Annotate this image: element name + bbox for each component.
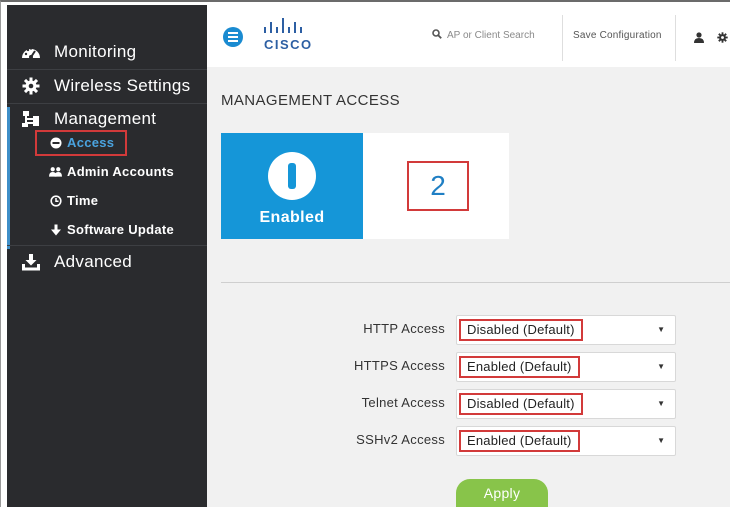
https-access-label: HTTPS Access (353, 358, 445, 373)
menu-line (228, 40, 238, 42)
sshv2-access-label: SSHv2 Access (356, 432, 445, 447)
sidebar-subitem-label: Software Update (67, 222, 175, 237)
sidebar-item-monitoring[interactable]: Monitoring (7, 41, 207, 63)
status-tile-enabled[interactable]: Enabled (221, 133, 363, 239)
sidebar-item-label: Wireless Settings (54, 76, 191, 95)
users-icon (49, 165, 62, 178)
gear-icon[interactable] (717, 30, 728, 48)
clock-icon (49, 194, 62, 207)
sidebar-subitem-label: Admin Accounts (67, 164, 175, 179)
menu-line (228, 36, 238, 38)
search-input[interactable]: AP or Client Search (432, 29, 535, 42)
save-configuration-button[interactable]: Save Configuration (573, 30, 662, 41)
form-row-telnet: Telnet Access Disabled (Default) ▼ (207, 389, 730, 419)
sidebar-item-advanced[interactable]: Advanced (7, 251, 207, 273)
sidebar-item-label: Advanced (54, 252, 133, 271)
tile-placeholder: 2 (363, 133, 509, 239)
download-icon (20, 251, 42, 273)
sidebar-item-management[interactable]: Management (7, 108, 207, 130)
menu-toggle-button[interactable] (223, 27, 243, 47)
sidebar-subitem-label: Time (67, 193, 99, 208)
form-row-https: HTTPS Access Enabled (Default) ▼ (207, 352, 730, 382)
caret-down-icon: ▼ (657, 399, 665, 408)
apply-button[interactable]: Apply (456, 479, 548, 507)
sidebar-subitem-admin-accounts[interactable]: Admin Accounts (49, 164, 174, 179)
highlight-box (35, 130, 127, 156)
select-value: Disabled (Default) (459, 393, 583, 415)
divider (7, 69, 207, 70)
caret-down-icon: ▼ (657, 325, 665, 334)
power-icon (268, 152, 316, 200)
divider (221, 282, 730, 283)
divider (675, 15, 676, 61)
arrow-down-icon (49, 223, 62, 236)
callout-number: 2 (407, 161, 469, 211)
logo-text: CISCO (264, 37, 313, 52)
select-value: Enabled (Default) (459, 430, 580, 452)
http-access-select[interactable]: Disabled (Default) ▼ (456, 315, 676, 345)
main-content: MANAGEMENT ACCESS Enabled 2 HTTP Access … (207, 67, 730, 507)
page-title: MANAGEMENT ACCESS (221, 92, 401, 109)
caret-down-icon: ▼ (657, 362, 665, 371)
menu-line (228, 32, 238, 34)
divider (562, 15, 563, 61)
sidebar-subitem-software-update[interactable]: Software Update (49, 222, 174, 237)
sidebar-subitem-time[interactable]: Time (49, 193, 98, 208)
divider (7, 103, 207, 104)
user-icon[interactable] (694, 30, 704, 48)
form-row-sshv2: SSHv2 Access Enabled (Default) ▼ (207, 426, 730, 456)
cisco-logo: CISCO (261, 17, 317, 57)
divider (7, 245, 207, 246)
sidebar-item-wireless-settings[interactable]: Wireless Settings (7, 75, 207, 97)
search-icon (432, 29, 442, 42)
https-access-select[interactable]: Enabled (Default) ▼ (456, 352, 676, 382)
gear-icon (20, 75, 42, 97)
telnet-access-label: Telnet Access (361, 395, 445, 410)
dashboard-icon (20, 41, 42, 63)
telnet-access-select[interactable]: Disabled (Default) ▼ (456, 389, 676, 419)
sidebar: Monitoring Wireless Settings Management … (7, 5, 207, 507)
select-value: Disabled (Default) (459, 319, 583, 341)
sshv2-access-select[interactable]: Enabled (Default) ▼ (456, 426, 676, 456)
http-access-label: HTTP Access (363, 321, 445, 336)
sidebar-item-label: Monitoring (54, 42, 137, 61)
search-placeholder: AP or Client Search (447, 30, 535, 41)
form-row-http: HTTP Access Disabled (Default) ▼ (207, 315, 730, 345)
caret-down-icon: ▼ (657, 436, 665, 445)
select-value: Enabled (Default) (459, 356, 580, 378)
sidebar-item-label: Management (54, 109, 157, 128)
tile-label: Enabled (259, 209, 325, 226)
power-icon-bar (288, 163, 296, 189)
sitemap-icon (20, 108, 42, 130)
top-header: CISCO AP or Client Search Save Configura… (207, 5, 730, 67)
